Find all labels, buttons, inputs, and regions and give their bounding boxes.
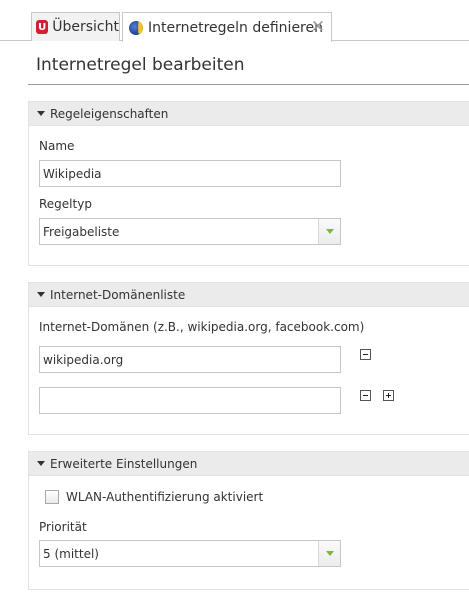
tab-overview[interactable]: U Übersicht xyxy=(31,12,120,41)
section-header-rule-properties[interactable]: Regeleigenschaften xyxy=(29,102,469,126)
rule-type-select[interactable]: Freigabeliste xyxy=(39,218,341,245)
tab-internet-rules-label: Internetregeln definieren xyxy=(148,19,323,36)
tab-internet-rules[interactable]: Internetregeln definieren ✕ xyxy=(122,12,332,42)
wlan-auth-checkbox[interactable] xyxy=(45,490,59,504)
remove-domain-icon[interactable] xyxy=(360,390,371,401)
remove-domain-icon[interactable] xyxy=(360,349,371,360)
caret-down-icon xyxy=(37,292,45,297)
name-field-value: Wikipedia xyxy=(43,166,102,181)
globe-icon xyxy=(129,20,143,35)
section-title: Internet-Domänenliste xyxy=(50,287,186,302)
domain-field-2[interactable] xyxy=(39,387,341,414)
domain-field-1[interactable]: wikipedia.org xyxy=(39,346,341,373)
page-title: Internetregel bearbeiten xyxy=(36,55,245,75)
domain-field-1-value: wikipedia.org xyxy=(43,352,124,367)
section-rule-properties: Regeleigenschaften Name Wikipedia Regelt… xyxy=(28,101,469,266)
section-title: Regeleigenschaften xyxy=(50,106,169,121)
add-domain-icon[interactable] xyxy=(383,390,394,401)
section-advanced-settings: Erweiterte Einstellungen WLAN-Authentifi… xyxy=(28,451,469,590)
priority-label: Priorität xyxy=(39,520,87,534)
dropdown-arrow-icon[interactable] xyxy=(318,541,340,566)
tab-bar: U Übersicht Internetregeln definieren ✕ xyxy=(0,0,469,42)
name-field[interactable]: Wikipedia xyxy=(39,160,341,187)
section-title: Erweiterte Einstellungen xyxy=(50,456,198,471)
dropdown-arrow-icon[interactable] xyxy=(318,219,340,244)
priority-select[interactable]: 5 (mittel) xyxy=(39,540,341,567)
ub-logo-icon: U xyxy=(36,20,49,34)
rule-type-value: Freigabeliste xyxy=(43,224,120,239)
title-divider xyxy=(28,84,469,85)
rule-type-label: Regeltyp xyxy=(39,197,92,211)
domains-label: Internet-Domänen (z.B., wikipedia.org, f… xyxy=(39,320,365,334)
caret-down-icon xyxy=(37,111,45,116)
section-header-advanced-settings[interactable]: Erweiterte Einstellungen xyxy=(29,452,469,476)
caret-down-icon xyxy=(37,461,45,466)
name-label: Name xyxy=(39,139,75,153)
close-icon[interactable]: ✕ xyxy=(311,17,325,37)
section-domain-list: Internet-Domänenliste Internet-Domänen (… xyxy=(28,282,469,435)
tab-overview-label: Übersicht xyxy=(52,19,119,35)
section-header-domain-list[interactable]: Internet-Domänenliste xyxy=(29,283,469,307)
priority-value: 5 (mittel) xyxy=(43,546,99,561)
wlan-auth-label[interactable]: WLAN-Authentifizierung aktiviert xyxy=(66,490,263,504)
